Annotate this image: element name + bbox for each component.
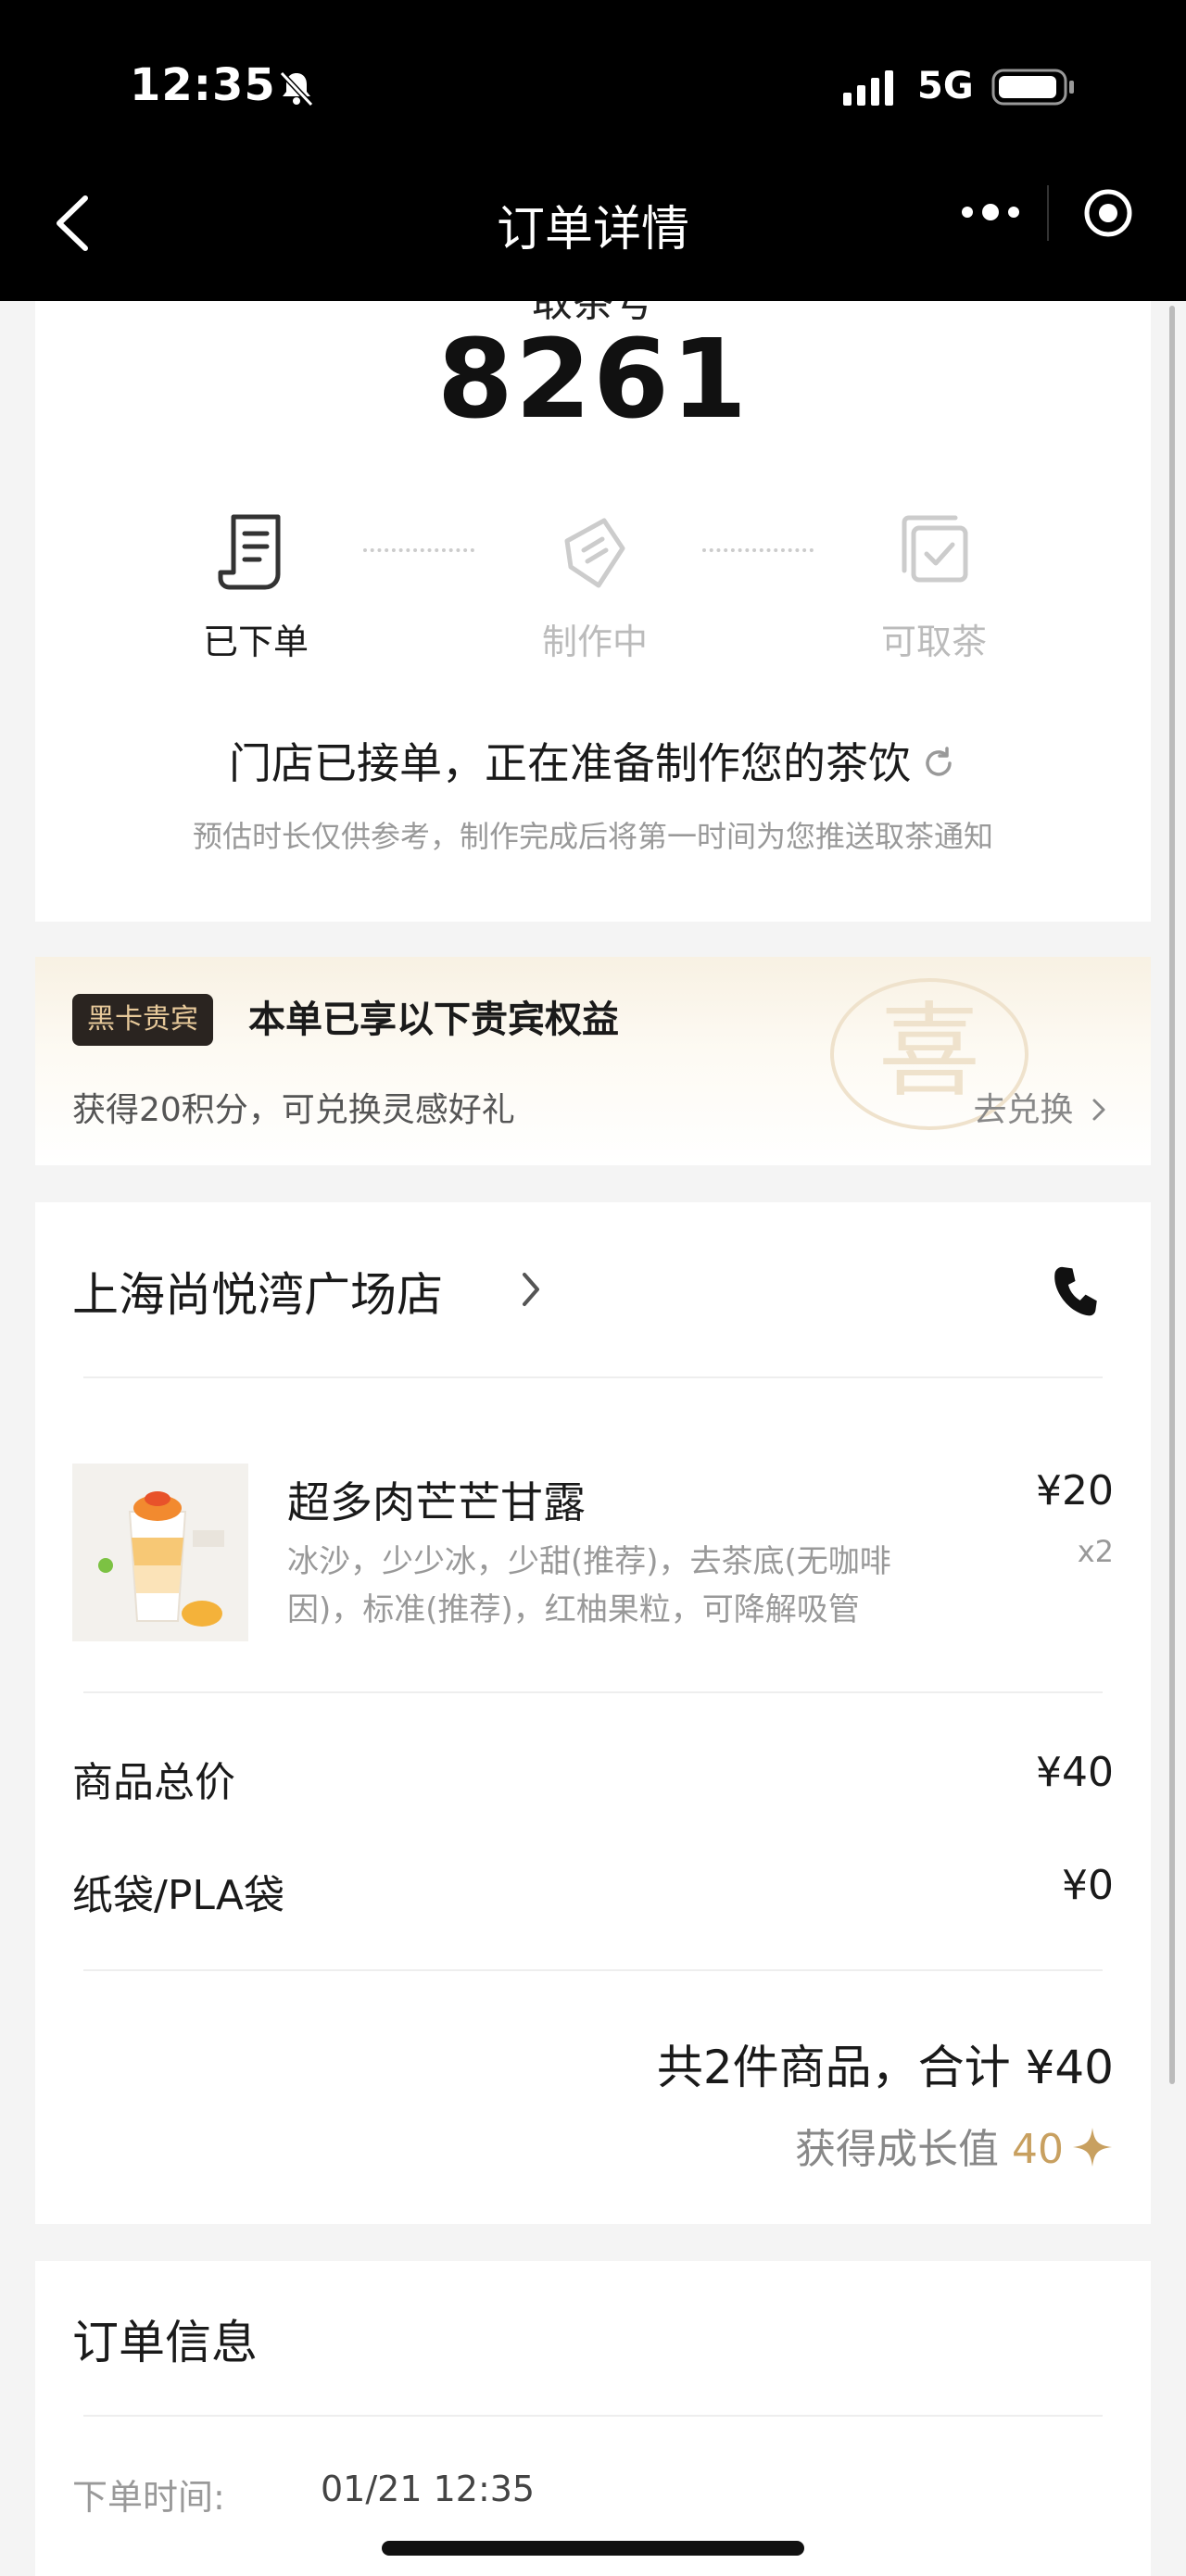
- order-time-value: 01/21 12:35: [321, 2469, 536, 2509]
- status-time: 12:35: [130, 59, 276, 111]
- signal-icon: [843, 70, 893, 106]
- tea-making-icon: [564, 518, 625, 588]
- step-making: 制作中: [502, 509, 688, 664]
- growth-value: 40: [1012, 2126, 1064, 2173]
- order-info-title: 订单信息: [72, 2316, 258, 2369]
- product-image: [72, 1464, 248, 1641]
- store-name-link[interactable]: 上海尚悦湾广场店: [72, 1258, 443, 1325]
- growth-points: 获得成长值 40: [795, 2116, 1114, 2175]
- phone-icon[interactable]: [1047, 1263, 1103, 1319]
- subtotal-label: 商品总价: [72, 1759, 235, 1806]
- watermark-text: 喜: [878, 992, 980, 1111]
- divider: [83, 2415, 1103, 2417]
- step-ready: 可取茶: [841, 509, 1027, 664]
- status-text: 门店已接单，正在准备制作您的茶饮: [229, 738, 911, 788]
- step-label: 已下单: [202, 622, 309, 662]
- vip-title: 本单已享以下贵宾权益: [248, 999, 619, 1041]
- product-name: 超多肉芒芒甘露: [287, 1477, 586, 1527]
- redeem-link[interactable]: 去兑换: [974, 1083, 1108, 1131]
- order-time-label: 下单时间:: [72, 2477, 225, 2518]
- order-items-card: 上海尚悦湾广场店 超多肉芒芒甘露 冰沙，少少冰，少甜(推荐)，去茶底(无咖啡因)…: [35, 1202, 1151, 2224]
- sparkle-icon: [1073, 2128, 1112, 2167]
- network-type: 5G: [917, 65, 974, 107]
- muted-bell-icon: [279, 70, 314, 107]
- step-connector: [702, 548, 814, 552]
- step-label: 可取茶: [880, 622, 987, 662]
- divider: [83, 1691, 1103, 1693]
- scrollbar[interactable]: [1169, 306, 1175, 2084]
- step-ordered: 已下单: [163, 509, 348, 664]
- top-bar: 12:35 5G 订单详情: [0, 0, 1186, 301]
- receipt-icon: [218, 514, 281, 590]
- pickup-card: 取茶号 8261 已下单 制作中 可取茶 门店已接单，正在准备制作您的茶饮 预估…: [35, 287, 1151, 922]
- product-price: ¥20: [1036, 1467, 1114, 1514]
- step-label: 制作中: [541, 622, 648, 662]
- refresh-icon[interactable]: [920, 745, 957, 782]
- redeem-link-label: 去兑换: [973, 1091, 1074, 1129]
- subtotal-value: ¥40: [1036, 1749, 1114, 1796]
- order-info-card: 订单信息 下单时间: 01/21 12:35: [35, 2261, 1151, 2576]
- pickup-number: 8261: [436, 315, 750, 443]
- bag-fee-value: ¥0: [1062, 1862, 1114, 1909]
- vip-description: 获得20积分，可兑换灵感好礼: [72, 1091, 515, 1129]
- divider: [83, 1376, 1103, 1378]
- bag-fee-label: 纸袋/PLA袋: [72, 1872, 284, 1919]
- home-indicator[interactable]: [382, 2541, 804, 2556]
- chevron-right-icon[interactable]: [517, 1267, 545, 1312]
- growth-label: 获得成长值: [795, 2126, 999, 2173]
- step-connector: [363, 548, 474, 552]
- product-quantity: x2: [1077, 1534, 1114, 1569]
- checkbox-ready-icon: [902, 515, 968, 583]
- capsule-divider: [1047, 185, 1049, 241]
- more-options-icon[interactable]: [958, 196, 1023, 228]
- battery-icon: [991, 69, 1074, 106]
- vip-benefits-card: 喜 黑卡贵宾 本单已享以下贵宾权益 获得20积分，可兑换灵感好礼 去兑换: [35, 957, 1151, 1165]
- order-total: 共2件商品，合计 ¥40: [656, 2041, 1114, 2094]
- order-status-message: 门店已接单，正在准备制作您的茶饮: [35, 730, 1151, 791]
- chevron-right-icon: [1092, 1099, 1105, 1121]
- status-subtext: 预估时长仅供参考，制作完成后将第一时间为您推送取茶通知: [192, 819, 993, 854]
- vip-badge: 黑卡贵宾: [72, 994, 213, 1046]
- product-options: 冰沙，少少冰，少甜(推荐)，去茶底(无咖啡因)，标准(推荐)，红柚果粒，可降解吸…: [287, 1543, 891, 1628]
- divider: [83, 1969, 1103, 1971]
- close-miniprogram-icon[interactable]: [1082, 187, 1134, 239]
